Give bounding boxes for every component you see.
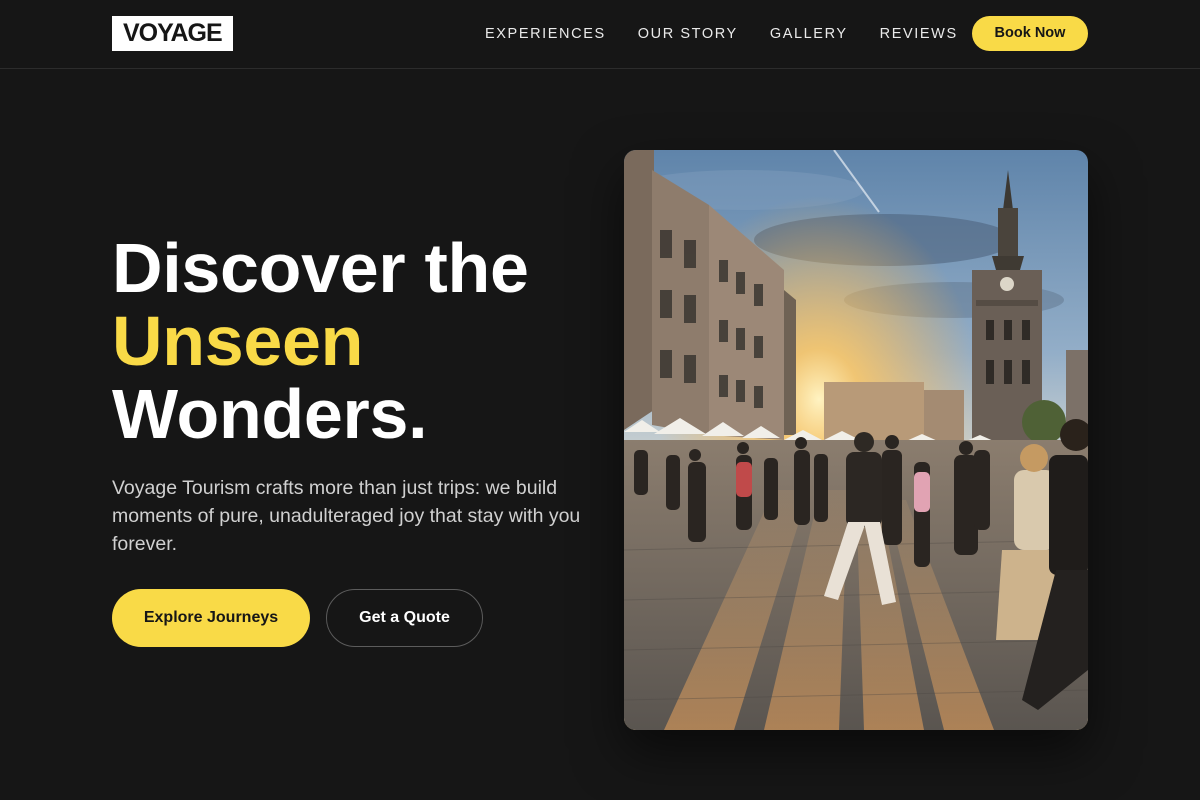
hero-title-line-3: Wonders. <box>112 375 428 453</box>
explore-journeys-button[interactable]: Explore Journeys <box>112 589 310 647</box>
top-navigation: VOYAGE EXPERIENCES OUR STORY GALLERY REV… <box>0 0 1200 69</box>
brand-logo[interactable]: VOYAGE <box>112 16 233 51</box>
nav-links: EXPERIENCES OUR STORY GALLERY REVIEWS <box>485 24 990 44</box>
hero-title-highlight: Unseen <box>112 302 364 380</box>
get-quote-button[interactable]: Get a Quote <box>326 589 483 647</box>
hero-description: Voyage Tourism crafts more than just tri… <box>112 477 581 555</box>
hero-title-line-1: Discover the <box>112 229 529 307</box>
nav-link-our-story[interactable]: OUR STORY <box>638 24 738 44</box>
town-square-photo-illustration <box>624 150 1088 730</box>
nav-link-experiences[interactable]: EXPERIENCES <box>485 24 606 44</box>
nav-link-gallery[interactable]: GALLERY <box>770 24 848 44</box>
hero-title: Discover the Unseen Wonders. <box>112 232 529 451</box>
book-now-button[interactable]: Book Now <box>972 16 1088 51</box>
hero-photo <box>624 150 1088 730</box>
nav-link-reviews[interactable]: REVIEWS <box>880 24 958 44</box>
